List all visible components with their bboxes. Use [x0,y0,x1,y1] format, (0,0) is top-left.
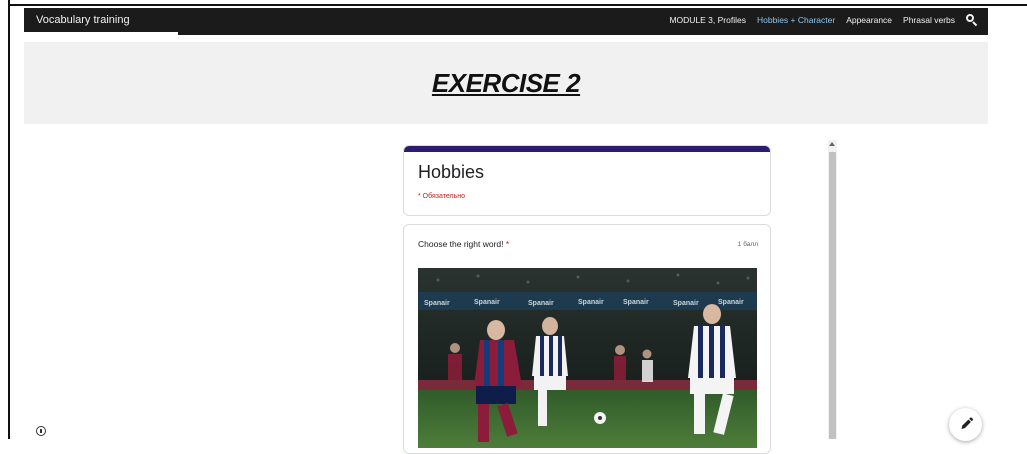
form-header-card: Hobbies * Обязательно [403,145,771,216]
edit-button[interactable] [949,408,982,441]
svg-text:Spanair: Spanair [578,299,604,306]
football-match-photo: Spanair Spanair Spanair Spanair Spanair Span… [418,268,757,448]
svg-text:Spanair: Spanair [424,300,450,307]
question-card: Choose the right word! * 1 балл Spanair … [403,224,771,454]
page-title: EXERCISE 2 [431,67,581,98]
page: Vocabulary training MODULE 3, Profiles H… [0,0,1027,454]
svg-text:Spanair: Spanair [623,299,649,306]
svg-text:Spanair: Spanair [718,299,744,306]
form-title: Hobbies [418,162,485,182]
info-icon[interactable] [36,426,46,436]
svg-text:Spanair: Spanair [528,300,554,307]
site-title[interactable]: Vocabulary training [36,14,669,26]
site-header: Vocabulary training MODULE 3, Profiles H… [24,8,988,32]
svg-text:Spanair: Spanair [673,300,699,307]
main-nav: MODULE 3, Profiles Hobbies + Character A… [669,14,978,27]
search-icon[interactable] [966,14,978,27]
nav-item-appearance[interactable]: Appearance [846,15,892,25]
top-border [8,4,1027,6]
question-text: Choose the right word! [418,239,504,249]
hero-banner: EXERCISE 2 [24,42,988,124]
form-scrollbar[interactable] [828,140,837,439]
nav-item-module-3[interactable]: MODULE 3, Profiles [669,15,746,25]
header-underline [178,32,988,35]
question-points: 1 балл [737,241,758,248]
scroll-thumb[interactable] [829,152,836,439]
form-accent-bar [404,146,770,152]
left-border [8,0,10,439]
svg-text:Spanair: Spanair [474,299,500,306]
nav-item-hobbies-character[interactable]: Hobbies + Character [757,15,835,25]
question-title: Choose the right word! * [418,239,509,249]
required-mark: * [503,239,510,249]
football-photo-illustration: Spanair Spanair Spanair Spanair Spanair Span… [418,268,757,448]
required-note: * Обязательно [418,193,465,200]
pencil-icon [961,417,974,429]
nav-item-phrasal-verbs[interactable]: Phrasal verbs [903,15,955,25]
scroll-up-arrow[interactable] [829,142,835,146]
